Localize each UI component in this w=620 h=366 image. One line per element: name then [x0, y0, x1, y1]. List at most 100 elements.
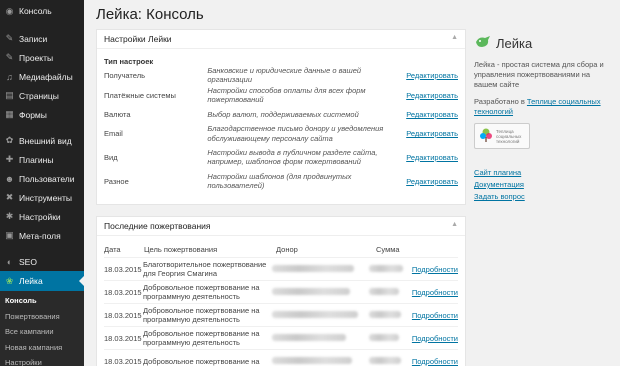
column-header-amount: Сумма — [376, 244, 400, 254]
plugin-description: Лейка - простая система для сбора и упра… — [474, 60, 604, 89]
donation-purpose: Добровольное пожертвование на программну… — [142, 306, 260, 324]
leyka-logo-icon — [474, 35, 492, 51]
menu-item-posts[interactable]: ✎ Записи — [0, 29, 84, 48]
menu-item-dashboard[interactable]: ◉ Консоль — [0, 0, 84, 22]
submenu-item-settings[interactable]: Настройки — [0, 355, 84, 366]
settings-panel: Настройки Лейки ▲ Тип настроек Получател… — [96, 29, 466, 205]
plugin-links: Сайт плагина Документация Задать вопрос — [474, 167, 614, 203]
menu-label: Лейка — [19, 276, 43, 286]
menu-item-pages[interactable]: ▤ Страницы — [0, 86, 84, 105]
te-st-badge[interactable]: Теплица социальных технологий — [474, 123, 530, 149]
pin-icon: ✎ — [5, 52, 14, 62]
menu-item-tools[interactable]: ✖ Инструменты — [0, 188, 84, 207]
developed-by: Разработано в Теплице социальных техноло… — [474, 97, 614, 117]
submenu-item-donations[interactable]: Пожертвования — [0, 309, 84, 325]
users-icon: ☻ — [4, 173, 15, 184]
column-header-purpose: Цель пожертвования — [144, 244, 218, 254]
table-row: 18.03.2015 Добровольное пожертвование на… — [104, 349, 458, 366]
menu-item-media[interactable]: ♫ Медиафайлы — [0, 67, 84, 86]
pin-icon: ✎ — [5, 33, 14, 43]
menu-label: Плагины — [19, 154, 54, 165]
amount-redacted — [369, 333, 412, 343]
menu-item-forms[interactable]: ▦ Формы — [0, 105, 84, 124]
edit-link[interactable]: Редактировать — [404, 91, 458, 100]
documentation-link[interactable]: Документация — [474, 179, 614, 191]
settings-row: Платёжные системы Настройки способов опл… — [104, 83, 458, 107]
settings-icon: ✱ — [5, 211, 14, 221]
menu-label: SEO — [19, 256, 37, 267]
menu-label: Медиафайлы — [19, 71, 73, 82]
details-link[interactable]: Подробности — [412, 265, 458, 274]
settings-row: Разное Настройки шаблонов (для продвинут… — [104, 169, 458, 193]
edit-link[interactable]: Редактировать — [404, 71, 458, 80]
amount-redacted — [369, 310, 412, 320]
table-header-row: Дата Цель пожертвования Донор Сумма — [104, 241, 458, 257]
submenu-item-all-campaigns[interactable]: Все кампании — [0, 324, 84, 340]
settings-row-desc: Выбор валют, поддерживаемых системой — [207, 109, 359, 119]
settings-row-name: Вид — [104, 152, 118, 162]
edit-link[interactable]: Редактировать — [404, 110, 458, 119]
donation-date: 18.03.2015 — [104, 333, 142, 343]
details-link[interactable]: Подробности — [412, 288, 458, 297]
media-icon: ♫ — [6, 71, 13, 82]
menu-item-appearance[interactable]: ✿ Внешний вид — [0, 131, 84, 150]
menu-label: Настройки — [19, 211, 61, 222]
settings-row-desc: Банковские и юридические данные о вашей … — [207, 65, 362, 85]
settings-row-desc: Настройки способов оплаты для всех форм … — [207, 85, 366, 105]
dashboard-icon: ◉ — [5, 5, 14, 16]
submenu-item-new-campaign[interactable]: Новая кампания — [0, 340, 84, 356]
menu-label: Инструменты — [19, 192, 73, 203]
menu-item-seo[interactable]: ◐ SEO — [0, 252, 84, 271]
details-link[interactable]: Подробности — [412, 357, 458, 366]
edit-link[interactable]: Редактировать — [404, 177, 458, 186]
donation-purpose: Добровольное пожертвование на — [142, 356, 260, 366]
menu-item-plugins[interactable]: ✚ Плагины — [0, 150, 84, 169]
submenu-item-console[interactable]: Консоль — [0, 293, 84, 309]
seo-icon: ◐ — [6, 256, 13, 267]
settings-panel-title: Настройки Лейки — [104, 34, 172, 44]
donor-redacted — [271, 333, 369, 343]
settings-row-name: Платёжные системы — [104, 90, 176, 100]
settings-row-desc: Благодарственное письмо донору и уведомл… — [207, 124, 384, 143]
menu-item-projects[interactable]: ✎ Проекты — [0, 48, 84, 67]
te-st-badge-text: Теплица социальных технологий — [496, 128, 522, 144]
donation-date: 18.03.2015 — [104, 310, 142, 320]
details-link[interactable]: Подробности — [412, 311, 458, 320]
collapse-arrow-icon[interactable]: ▲ — [451, 34, 458, 41]
donor-redacted — [271, 356, 369, 366]
te-st-logo-icon — [478, 127, 494, 145]
menu-label: Внешний вид — [19, 135, 72, 146]
meta-icon: ▣ — [5, 230, 14, 240]
admin-sidebar: ◉ Консоль ✎ Записи ✎ Проекты ♫ Медиафайлы ▤ С… — [0, 0, 84, 366]
menu-item-meta-fields[interactable]: ▣ Мета-поля — [0, 226, 84, 245]
leyka-icon: ❀ — [5, 275, 14, 286]
page-title: Лейка: Консоль — [96, 6, 204, 23]
menu-label: Формы — [19, 109, 47, 120]
menu-label: Проекты — [19, 52, 54, 63]
menu-item-settings[interactable]: ✱ Настройки — [0, 207, 84, 226]
menu-item-users[interactable]: ☻ Пользователи — [0, 169, 84, 188]
details-link[interactable]: Подробности — [412, 334, 458, 343]
edit-link[interactable]: Редактировать — [404, 153, 458, 162]
donor-redacted — [271, 287, 369, 297]
donor-redacted — [271, 264, 369, 274]
donation-purpose: Добровольное пожертвование на программну… — [142, 329, 260, 347]
menu-item-leyka[interactable]: ❀ Лейка — [0, 271, 84, 291]
tools-icon: ✖ — [5, 192, 14, 202]
donations-panel-header[interactable]: Последние пожертвования ▲ — [97, 217, 465, 236]
column-header-donor: Донор — [276, 244, 298, 254]
developed-prefix: Разработано в — [474, 97, 527, 106]
edit-link[interactable]: Редактировать — [404, 129, 458, 138]
donation-date: 18.03.2015 — [104, 264, 142, 274]
plugin-site-link[interactable]: Сайт плагина — [474, 167, 614, 179]
table-row: 18.03.2015 Добровольное пожертвование на… — [104, 280, 458, 303]
donation-date: 18.03.2015 — [104, 356, 142, 366]
appearance-icon: ✿ — [5, 135, 14, 145]
plugin-icon: ✚ — [5, 154, 14, 164]
ask-question-link[interactable]: Задать вопрос — [474, 191, 614, 203]
collapse-arrow-icon[interactable]: ▲ — [451, 221, 458, 228]
page-icon: ▤ — [5, 90, 14, 100]
settings-panel-header[interactable]: Настройки Лейки ▲ — [97, 30, 465, 49]
menu-label: Мета-поля — [19, 230, 61, 241]
settings-row: Email Благодарственное письмо донору и у… — [104, 122, 458, 145]
